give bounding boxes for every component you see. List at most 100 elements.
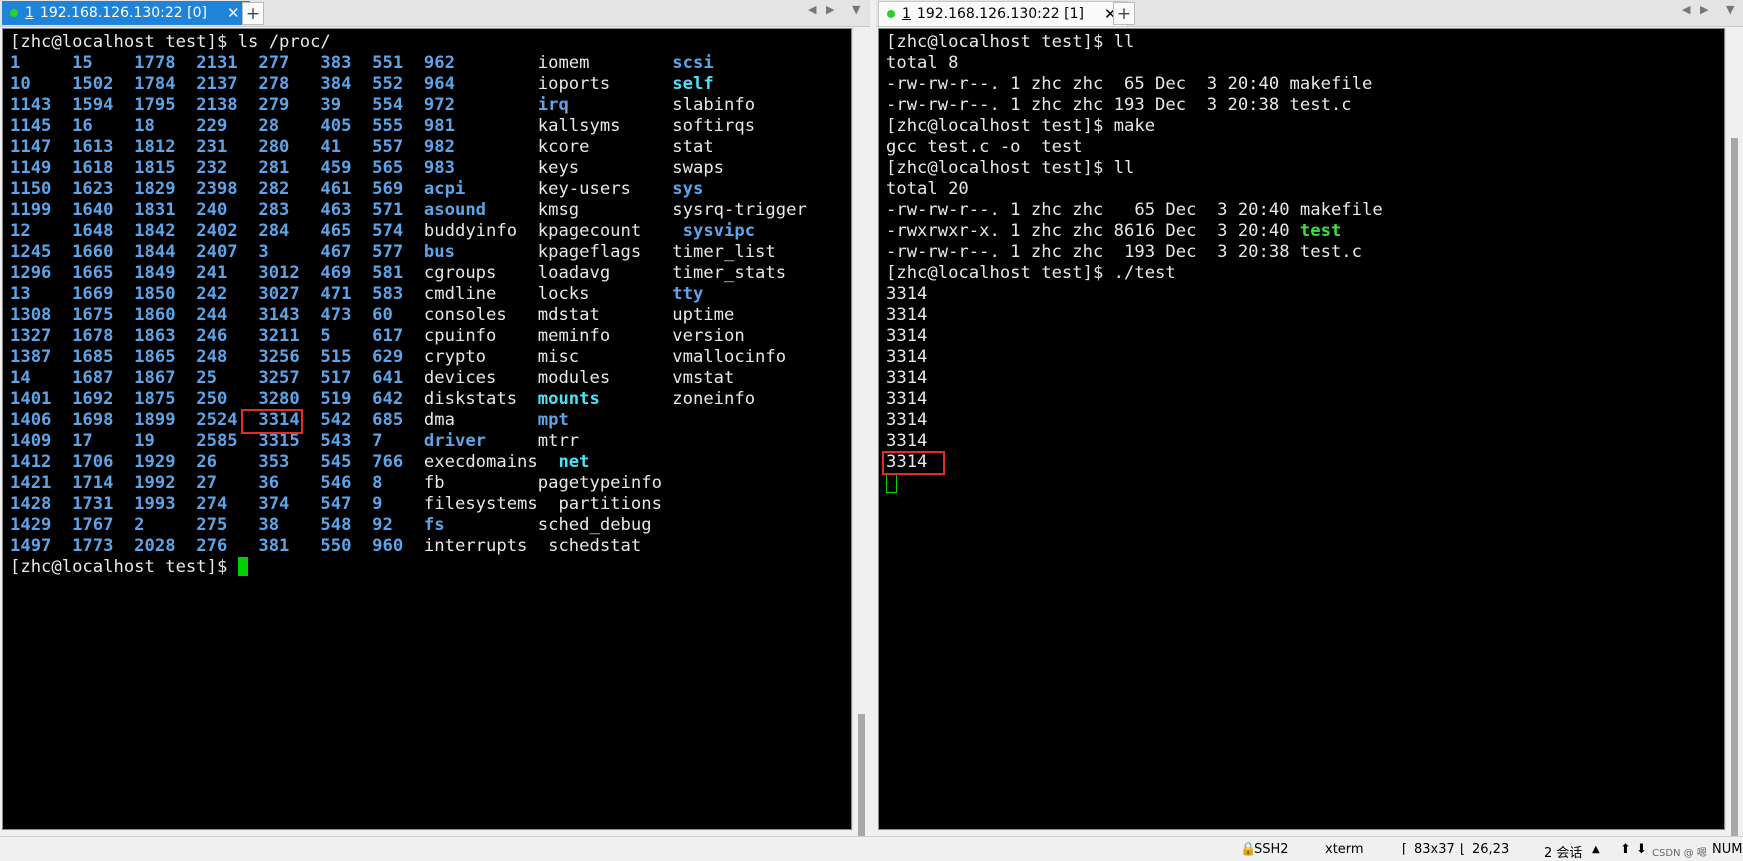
close-tab-icon[interactable]: ✕ [227, 4, 240, 22]
terminal-text-segment: acpi [423, 179, 466, 199]
terminal-output[interactable]: [zhc@localhost test]$ ls /proc/1 15 1778… [2, 28, 852, 830]
terminal-line: 3314 [886, 326, 1724, 347]
tab-list-dropdown-icon[interactable]: ▼ [852, 3, 860, 16]
terminal-text-segment: crypto misc vmallocinfo [423, 347, 787, 367]
terminal-line: 1428 1731 1993 274 374 547 9 filesystems… [10, 494, 851, 515]
terminal-text-segment: kcore stat [537, 137, 714, 157]
tab-title: 192.168.126.130:22 [1] [916, 6, 1084, 22]
scrollbar-thumb[interactable] [858, 714, 865, 836]
terminal-cursor [886, 473, 897, 493]
terminal-text-segment: filesystems partitions [423, 494, 662, 514]
terminal-line: 1429 1767 2 275 38 548 92 fs sched_debug [10, 515, 851, 536]
terminal-text-segment: dma [423, 410, 538, 430]
terminal-text-segment: mounts [537, 389, 600, 409]
tab-list-dropdown-icon[interactable]: ▼ [1726, 3, 1734, 16]
terminal-line: gcc test.c -o test [886, 137, 1724, 158]
terminal-type-label: xterm [1325, 842, 1364, 857]
cursor-position-label: 26,23 [1472, 842, 1510, 857]
terminal-line: 3314 [886, 284, 1724, 305]
scroll-tabs-left-icon[interactable]: ◀ [1682, 3, 1690, 16]
terminal-text-segment: -rw-rw-r--. 1 zhc zhc 65 Dec 3 20:40 mak… [886, 200, 1383, 220]
terminal-line: 3314 [886, 305, 1724, 326]
terminal-text-segment: zoneinfo [599, 389, 756, 409]
right-tab-bar: 1 192.168.126.130:22 [1] ✕ + ◀ ▶ ▼ [876, 0, 1743, 27]
scroll-tabs-left-icon[interactable]: ◀ [808, 3, 816, 16]
left-session-pane: 1 192.168.126.130:22 [0] ✕ + ◀ ▶ ▼ [zhc@… [0, 0, 870, 836]
terminal-line: 10 1502 1784 2137 278 384 552 964 ioport… [10, 74, 851, 95]
terminal-text-segment: mpt [537, 410, 569, 430]
terminal-text-segment: kpageflags timer_list [454, 242, 776, 262]
arrow-up-icon[interactable]: ⬆ [1620, 842, 1631, 857]
scroll-tabs-right-icon[interactable]: ▶ [826, 3, 834, 16]
terminal-text-segment: 1409 17 19 2585 3315 543 7 [10, 431, 424, 451]
terminal-scrollbar[interactable] [1725, 28, 1743, 836]
terminal-line: 1409 17 19 2585 3315 543 7 driver mtrr [10, 431, 851, 452]
scrollbar-thumb[interactable] [1731, 138, 1738, 836]
terminal-text-segment: consoles mdstat uptime [423, 305, 735, 325]
terminal-line: 1296 1665 1849 241 3012 469 581 cgroups … [10, 263, 851, 284]
terminal-text-segment: [zhc@localhost test]$ ll [886, 32, 1135, 52]
terminal-line: total 8 [886, 53, 1724, 74]
terminal-text-segment: bus [423, 242, 455, 262]
terminal-text-segment: self [672, 74, 714, 94]
size-icon: ⌈ [1402, 842, 1408, 857]
terminal-scrollbar[interactable] [852, 28, 870, 836]
terminal-line: 12 1648 1842 2402 284 465 574 buddyinfo … [10, 221, 851, 242]
terminal-text-segment: 1428 1731 1993 274 374 547 9 [10, 494, 424, 514]
terminal-line: [zhc@localhost test]$ [10, 557, 851, 578]
terminal-text-segment: [zhc@localhost test]$ make [886, 116, 1156, 136]
terminal-text-segment: kallsyms softirqs [537, 116, 756, 136]
terminal-line: 1150 1623 1829 2398 282 461 569 acpi key… [10, 179, 851, 200]
terminal-line: 1412 1706 1929 26 353 545 766 execdomain… [10, 452, 851, 473]
add-tab-button[interactable]: + [1113, 2, 1135, 25]
terminal-line: 3314 [886, 431, 1724, 452]
terminal-line: [zhc@localhost test]$ ll [886, 32, 1724, 53]
connected-status-icon [10, 9, 18, 17]
add-tab-button[interactable]: + [242, 2, 264, 25]
terminal-text-segment: buddyinfo kpagecount [423, 221, 683, 241]
terminal-text-segment: 3314 [886, 410, 928, 430]
tab-session-0[interactable]: 1 192.168.126.130:22 [0] ✕ [2, 1, 250, 25]
terminal-line: 1199 1640 1831 240 283 463 571 asound km… [10, 200, 851, 221]
terminal-text-segment: 1147 1613 1812 231 280 41 557 982 [10, 137, 538, 157]
arrow-down-icon[interactable]: ⬇ [1636, 842, 1647, 857]
terminal-line: 1327 1678 1863 246 3211 5 617 cpuinfo me… [10, 326, 851, 347]
protocol-label: SSH2 [1254, 842, 1289, 857]
terminal-text-segment: 3314 [886, 326, 928, 346]
terminal-line: 3314 [886, 347, 1724, 368]
terminal-line: 14 1687 1867 25 3257 517 641 devices mod… [10, 368, 851, 389]
sessions-up-icon[interactable]: ▲ [1592, 844, 1600, 855]
terminal-line: 3314 [886, 452, 1724, 473]
terminal-text-segment: 12 1648 1842 2402 284 465 574 [10, 221, 424, 241]
tab-session-1[interactable]: 1 192.168.126.130:22 [1] ✕ [878, 1, 1128, 26]
terminal-text-segment: 1199 1640 1831 240 283 463 571 [10, 200, 424, 220]
terminal-text-segment: 1497 1773 2028 276 381 550 960 [10, 536, 424, 556]
terminal-text-segment: irq [537, 95, 569, 115]
terminal-text-segment: kmsg sysrq-trigger [486, 200, 807, 220]
terminal-text-segment: 1327 1678 1863 246 3211 5 617 [10, 326, 424, 346]
terminal-text-segment: test [1299, 221, 1342, 241]
terminal-text-segment: mtrr [486, 431, 580, 451]
terminal-text: [zhc@localhost test]$ ls /proc/1 15 1778… [3, 29, 851, 578]
terminal-line: -rw-rw-r--. 1 zhc zhc 193 Dec 3 20:38 te… [886, 95, 1724, 116]
num-lock-label: NUM [1712, 842, 1743, 857]
terminal-text-segment: 13 1669 1850 242 3027 471 583 [10, 284, 424, 304]
connected-status-icon [887, 10, 895, 18]
terminal-text-segment: cgroups loadavg timer_stats [423, 263, 787, 283]
terminal-line: [zhc@localhost test]$ ll [886, 158, 1724, 179]
scroll-tabs-right-icon[interactable]: ▶ [1700, 3, 1708, 16]
terminal-line: -rw-rw-r--. 1 zhc zhc 65 Dec 3 20:40 mak… [886, 200, 1724, 221]
terminal-line: 1406 1698 1899 2524 3314 542 685 dma mpt [10, 410, 851, 431]
terminal-text-segment: [zhc@localhost test]$ ls /proc/ [10, 32, 331, 52]
terminal-output[interactable]: [zhc@localhost test]$ ll total 8 -rw-rw-r-… [878, 28, 1725, 830]
terminal-text-segment: 1 15 1778 2131 277 383 551 962 [10, 53, 538, 73]
terminal-text-segment: [zhc@localhost test]$ [10, 557, 238, 577]
terminal-text-segment: 1245 1660 1844 2407 3 467 577 [10, 242, 424, 262]
terminal-text-segment: 1406 1698 1899 2524 3314 542 685 [10, 410, 424, 430]
sessions-label[interactable]: 2 会话 [1544, 842, 1582, 861]
terminal-line: 1421 1714 1992 27 36 546 8 fb pagetypein… [10, 473, 851, 494]
terminal-text-segment: 3314 [886, 431, 928, 451]
terminal-text-segment: -rw-rw-r--. 1 zhc zhc 193 Dec 3 20:38 te… [886, 95, 1352, 115]
terminal-text-segment: 1143 1594 1795 2138 279 39 554 972 [10, 95, 538, 115]
terminal-text-segment: asound [423, 200, 487, 220]
